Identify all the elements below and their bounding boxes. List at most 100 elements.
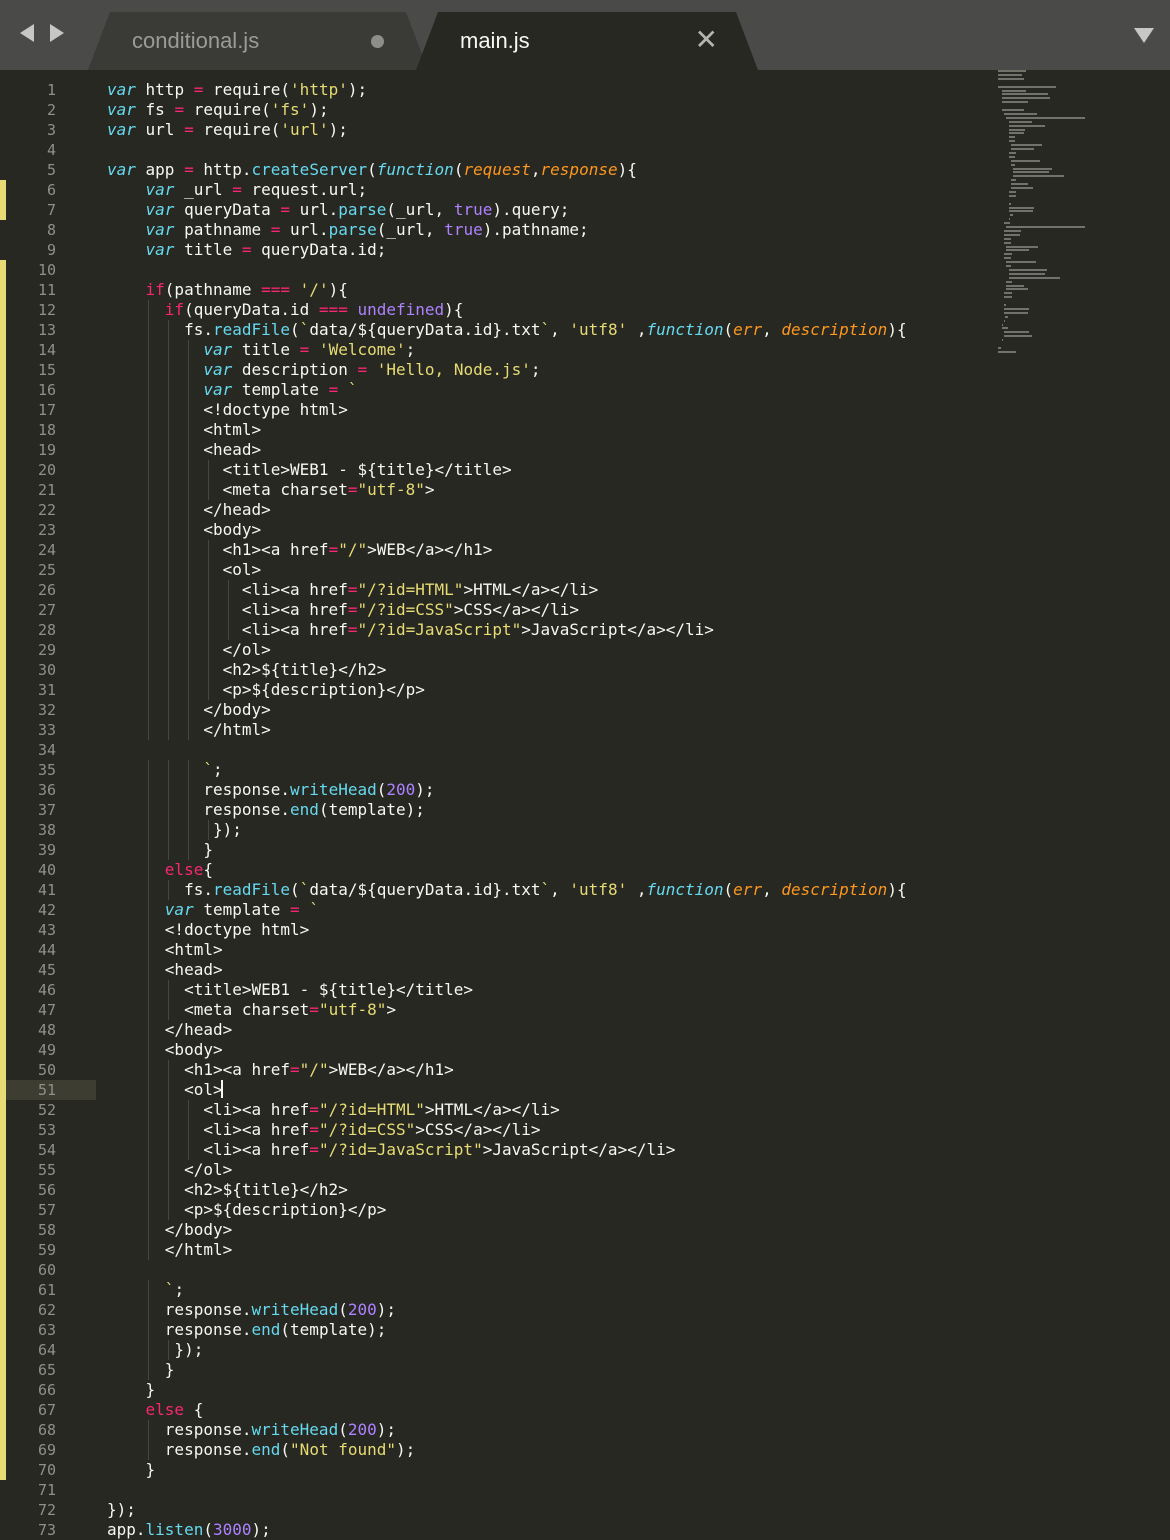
code-line[interactable]: var queryData = url.parse(_url, true).qu… (107, 200, 570, 220)
tab-main-js[interactable]: main.js ✕ (416, 12, 758, 70)
close-icon[interactable]: ✕ (695, 26, 718, 54)
code-line[interactable]: } (107, 1460, 156, 1480)
minimap[interactable] (998, 70, 1168, 370)
code-line[interactable]: <title>WEB1 - ${title}</title> (107, 460, 512, 480)
code-line[interactable]: </html> (107, 720, 271, 740)
code-line[interactable]: response.writeHead(200); (107, 780, 435, 800)
line-number: 26 (37, 581, 56, 599)
code-line[interactable]: var title = queryData.id; (107, 240, 387, 260)
code-line[interactable]: <li><a href="/?id=HTML">HTML</a></li> (107, 580, 598, 600)
code-line[interactable]: } (107, 1380, 156, 1400)
minimap-line (1008, 124, 1046, 127)
code-line[interactable]: <title>WEB1 - ${title}</title> (107, 980, 473, 1000)
code-line[interactable]: <h2>${title}</h2> (107, 1180, 348, 1200)
code-line[interactable]: response.end(template); (107, 800, 425, 820)
code-line[interactable]: <head> (107, 960, 223, 980)
code-line[interactable]: else { (107, 1400, 204, 1420)
code-line[interactable]: var template = ` (107, 380, 357, 400)
minimap-line (1008, 136, 1015, 139)
tab-conditional-js[interactable]: conditional.js (88, 12, 428, 70)
code-line[interactable]: </head> (107, 500, 271, 520)
code-line[interactable]: <ol> (107, 560, 261, 580)
line-number: 62 (37, 1301, 56, 1319)
code-line[interactable]: }); (107, 1340, 203, 1360)
minimap-line (1004, 222, 1010, 225)
code-line[interactable]: </body> (107, 1220, 232, 1240)
minimap-line (1002, 101, 1029, 104)
code-line[interactable]: <meta charset="utf-8"> (107, 480, 435, 500)
tab-prev-icon[interactable] (20, 24, 34, 42)
code-line[interactable]: var _url = request.url; (107, 180, 368, 200)
code-line[interactable]: <body> (107, 520, 261, 540)
code-line[interactable]: response.writeHead(200); (107, 1300, 396, 1320)
code-line[interactable]: `; (107, 760, 223, 780)
tab-list-dropdown-icon[interactable] (1134, 28, 1154, 43)
code-line[interactable]: `; (107, 1280, 184, 1300)
code-line[interactable]: </ol> (107, 1160, 232, 1180)
code-line[interactable]: var app = http.createServer(function(req… (107, 160, 637, 180)
code-line[interactable]: <li><a href="/?id=CSS">CSS</a></li> (107, 1120, 541, 1140)
line-number: 55 (37, 1161, 56, 1179)
code-line[interactable]: <ol> (107, 1080, 223, 1100)
code-line[interactable]: var title = 'Welcome'; (107, 340, 415, 360)
code-line[interactable]: <li><a href="/?id=HTML">HTML</a></li> (107, 1100, 560, 1120)
code-line[interactable]: } (107, 1360, 174, 1380)
code-line[interactable]: <p>${description}</p> (107, 1200, 386, 1220)
line-number: 15 (37, 361, 56, 379)
code-line[interactable]: }); (107, 820, 242, 840)
code-line[interactable]: app.listen(3000); (107, 1520, 271, 1540)
code-line[interactable]: response.writeHead(200); (107, 1420, 396, 1440)
code-line[interactable]: var description = 'Hello, Node.js'; (107, 360, 541, 380)
code-line[interactable]: </body> (107, 700, 271, 720)
code-line[interactable]: fs.readFile(`data/${queryData.id}.txt`, … (107, 320, 907, 340)
code-line[interactable]: }); (107, 1500, 136, 1520)
code-line[interactable]: <h2>${title}</h2> (107, 660, 386, 680)
code-line[interactable]: <p>${description}</p> (107, 680, 425, 700)
code-line[interactable]: if(pathname === '/'){ (107, 280, 348, 300)
code-line[interactable]: var http = require('http'); (107, 80, 367, 100)
code-line[interactable]: <li><a href="/?id=JavaScript">JavaScript… (107, 620, 714, 640)
unsaved-dot-icon[interactable] (371, 35, 384, 48)
line-number: 65 (37, 1361, 56, 1379)
line-number: 66 (37, 1381, 56, 1399)
code-line[interactable]: <head> (107, 440, 261, 460)
code-line[interactable]: <body> (107, 1040, 223, 1060)
tab-nav-arrows[interactable] (20, 24, 72, 48)
code-line[interactable]: if(queryData.id === undefined){ (107, 300, 463, 320)
minimap-line (1002, 323, 1004, 326)
minimap-line (1008, 155, 1015, 158)
line-number-gutter: 1 2 3 4 5 6 7 8 9 10 11 12 13 14 15 16 17 18 19 20 21 22 23 24 2… (0, 70, 96, 1539)
code-line[interactable]: <h1><a href="/">WEB</a></h1> (107, 1060, 454, 1080)
code-line[interactable]: <html> (107, 940, 223, 960)
minimap-line (1008, 206, 1034, 209)
code-line[interactable]: var template = ` (107, 900, 319, 920)
code-line[interactable]: <li><a href="/?id=JavaScript">JavaScript… (107, 1140, 675, 1160)
code-line[interactable]: <h1><a href="/">WEB</a></h1> (107, 540, 492, 560)
code-line[interactable]: } (107, 840, 213, 860)
code-line[interactable]: else{ (107, 860, 213, 880)
line-number: 64 (37, 1341, 56, 1359)
code-line[interactable]: <li><a href="/?id=CSS">CSS</a></li> (107, 600, 579, 620)
code-line[interactable]: var fs = require('fs'); (107, 100, 329, 120)
tab-next-icon[interactable] (50, 24, 64, 42)
code-line[interactable]: response.end("Not found"); (107, 1440, 415, 1460)
code-line[interactable]: </head> (107, 1020, 232, 1040)
code-line[interactable]: <!doctype html> (107, 400, 348, 420)
minimap-line (1004, 304, 1007, 306)
minimap-line (1004, 319, 1006, 322)
code-line[interactable]: var pathname = url.parse(_url, true).pat… (107, 220, 589, 240)
line-number: 49 (37, 1041, 56, 1059)
line-number: 42 (37, 901, 56, 919)
code-line[interactable]: var url = require('url'); (107, 120, 348, 140)
line-number: 29 (37, 641, 56, 659)
code-line[interactable]: <html> (107, 420, 261, 440)
code-line[interactable]: <meta charset="utf-8"> (107, 1000, 396, 1020)
line-number: 18 (37, 421, 56, 439)
code-line[interactable]: </ol> (107, 640, 271, 660)
line-number: 70 (37, 1461, 56, 1479)
code-line[interactable]: fs.readFile(`data/${queryData.id}.txt`, … (107, 880, 907, 900)
code-line[interactable]: </html> (107, 1240, 232, 1260)
code-line[interactable]: response.end(template); (107, 1320, 386, 1340)
minimap-line (1004, 237, 1011, 240)
code-line[interactable]: <!doctype html> (107, 920, 309, 940)
